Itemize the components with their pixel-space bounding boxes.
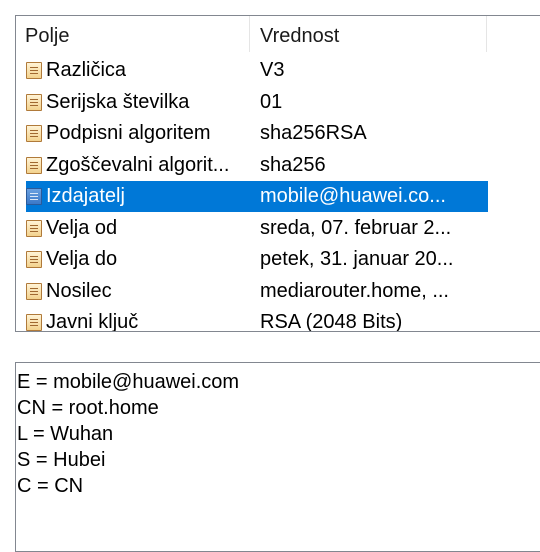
- certificate-field-icon: [26, 219, 42, 237]
- field-value: RSA (2048 Bits): [260, 311, 403, 332]
- field-name: Zgoščevalni algorit...: [46, 153, 230, 176]
- list-item[interactable]: Izdajatelj mobile@huawei.co...: [16, 181, 540, 213]
- field-name: Velja do: [46, 248, 118, 270]
- field-name: Serijska številka: [46, 90, 190, 113]
- certificate-field-icon: [26, 314, 42, 331]
- certificate-field-icon: [26, 62, 42, 79]
- field-name: Izdajatelj: [46, 185, 125, 207]
- field-name: Podpisni algoritem: [46, 122, 211, 144]
- certificate-field-icon: [26, 93, 42, 111]
- field-name: Javni ključ: [46, 311, 139, 332]
- detail-text: E = mobile@huawei.com CN = root.home L =…: [16, 369, 239, 499]
- list-header: Polje Vrednost: [16, 16, 540, 54]
- field-name: Nosilec: [46, 279, 112, 302]
- list-item[interactable]: Velja od sreda, 07. februar 2...: [16, 213, 540, 245]
- certificate-field-icon: [26, 125, 42, 142]
- field-value: sha256: [260, 153, 326, 176]
- field-value: petek, 31. januar 20...: [260, 248, 454, 270]
- field-value: sha256RSA: [260, 122, 367, 144]
- certificate-fields-list[interactable]: Polje Vrednost Različica V3 Serijska šte…: [15, 15, 540, 332]
- detail-line: C = CN: [17, 475, 84, 497]
- list-item[interactable]: Nosilec mediarouter.home, ...: [16, 276, 540, 308]
- list-item[interactable]: Velja do petek, 31. januar 20...: [16, 244, 540, 276]
- field-name: Velja od: [46, 216, 118, 239]
- list-item[interactable]: Različica V3: [16, 55, 540, 87]
- field-value: 01: [260, 90, 283, 113]
- field-detail-textbox[interactable]: E = mobile@huawei.com CN = root.home L =…: [15, 362, 540, 552]
- list-rows: Različica V3 Serijska številka 01 Podpis…: [16, 55, 540, 332]
- column-header-field[interactable]: Polje: [25, 16, 69, 54]
- column-divider[interactable]: [486, 16, 487, 52]
- detail-line: L = Wuhan: [17, 423, 114, 445]
- field-value: V3: [260, 59, 285, 81]
- detail-line: CN = root.home: [17, 397, 159, 419]
- certificate-field-icon: [26, 188, 42, 205]
- list-item[interactable]: Podpisni algoritem sha256RSA: [16, 118, 540, 150]
- field-value: mediarouter.home, ...: [260, 279, 449, 302]
- list-item[interactable]: Javni ključ RSA (2048 Bits): [16, 307, 540, 332]
- list-item[interactable]: Serijska številka 01: [16, 87, 540, 119]
- certificate-field-icon: [26, 251, 42, 268]
- column-header-value[interactable]: Vrednost: [260, 16, 339, 54]
- detail-line: E = mobile@huawei.com: [17, 371, 240, 393]
- column-divider[interactable]: [249, 16, 250, 52]
- field-value: mobile@huawei.co...: [260, 185, 446, 207]
- field-value: sreda, 07. februar 2...: [260, 216, 452, 239]
- detail-line: S = Hubei: [17, 449, 106, 471]
- certificate-field-icon: [26, 156, 42, 174]
- certificate-field-icon: [26, 282, 42, 300]
- field-name: Različica: [46, 59, 127, 81]
- list-item[interactable]: Zgoščevalni algorit... sha256: [16, 150, 540, 182]
